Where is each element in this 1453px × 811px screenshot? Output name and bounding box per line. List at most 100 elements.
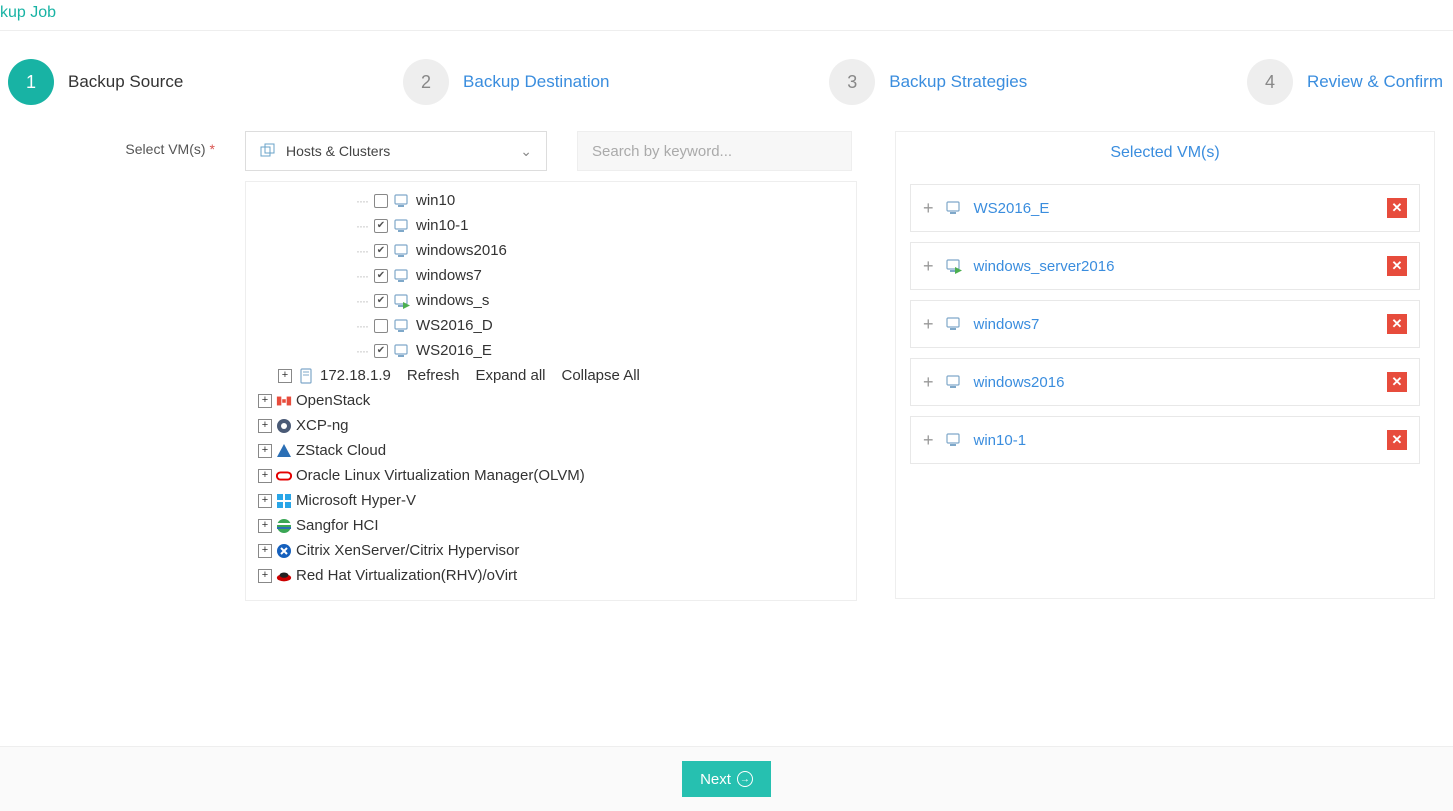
tree-platform-row: + Microsoft Hyper-V: [246, 488, 856, 513]
collapse-all-link[interactable]: Collapse All: [562, 367, 640, 384]
vm-tree: ····win10····win10-1····windows2016····w…: [245, 181, 857, 601]
expand-item-icon[interactable]: +: [923, 373, 934, 391]
vm-icon: [394, 268, 410, 284]
selected-vm-name[interactable]: WS2016_E: [974, 200, 1375, 217]
wizard-steps: 1Backup Source 2Backup Destination 3Backup…: [0, 41, 1453, 131]
selected-vm-name[interactable]: windows7: [974, 316, 1375, 333]
selected-vm-name[interactable]: windows_server2016: [974, 258, 1375, 275]
vm-name[interactable]: win10: [416, 192, 455, 209]
tree-vm-row: ····windows_s: [246, 288, 856, 313]
vm-checkbox[interactable]: [374, 219, 388, 233]
citrix-icon: [276, 543, 292, 559]
expand-item-icon[interactable]: +: [923, 199, 934, 217]
tree-platform-row: + Sangfor HCI: [246, 513, 856, 538]
platform-name[interactable]: Oracle Linux Virtualization Manager(OLVM…: [296, 467, 585, 484]
selected-vm-item: + windows2016 ✕: [910, 358, 1420, 406]
tree-vm-row: ····WS2016_E: [246, 338, 856, 363]
expand-item-icon[interactable]: +: [923, 315, 934, 333]
expand-toggle[interactable]: +: [258, 394, 272, 408]
tree-platform-row: + Red Hat Virtualization(RHV)/oVirt: [246, 563, 856, 588]
remove-button[interactable]: ✕: [1387, 198, 1407, 218]
vm-icon: [946, 316, 962, 332]
vm-checkbox[interactable]: [374, 319, 388, 333]
clusters-icon: [260, 143, 276, 159]
wizard-step-3[interactable]: 3Backup Strategies: [829, 59, 1027, 105]
vm-checkbox[interactable]: [374, 194, 388, 208]
platform-name[interactable]: Citrix XenServer/Citrix Hypervisor: [296, 542, 519, 559]
expand-toggle[interactable]: +: [258, 569, 272, 583]
hosts-clusters-dropdown[interactable]: Hosts & Clusters ⌄: [245, 131, 547, 171]
search-input[interactable]: [577, 131, 852, 171]
footer-bar: Next →: [0, 746, 1453, 811]
expand-toggle[interactable]: +: [258, 544, 272, 558]
tree-vm-row: ····win10-1: [246, 213, 856, 238]
refresh-link[interactable]: Refresh: [407, 367, 460, 384]
wizard-step-4[interactable]: 4 Review & Confirm: [1247, 59, 1443, 105]
selected-vm-name[interactable]: windows2016: [974, 374, 1375, 391]
host-ip[interactable]: 172.18.1.9: [320, 367, 391, 384]
remove-button[interactable]: ✕: [1387, 314, 1407, 334]
platform-name[interactable]: OpenStack: [296, 392, 370, 409]
step-label: Backup Strategies: [889, 72, 1027, 92]
vm-icon: [946, 432, 962, 448]
selected-vm-item: + win10-1 ✕: [910, 416, 1420, 464]
step-label: Review & Confirm: [1307, 72, 1443, 92]
vm-icon: [394, 343, 410, 359]
tree-vm-row: ····windows2016: [246, 238, 856, 263]
tree-platform-row: + ZStack Cloud: [246, 438, 856, 463]
openstack-icon: [276, 393, 292, 409]
vm-icon: [946, 200, 962, 216]
vm-checkbox[interactable]: [374, 294, 388, 308]
tree-platform-row: + Citrix XenServer/Citrix Hypervisor: [246, 538, 856, 563]
selected-vms-title: Selected VM(s): [896, 132, 1434, 174]
oracle-icon: [276, 468, 292, 484]
expand-toggle[interactable]: +: [258, 519, 272, 533]
vm-checkbox[interactable]: [374, 269, 388, 283]
vm-icon: [394, 293, 410, 309]
vm-icon: [946, 374, 962, 390]
remove-button[interactable]: ✕: [1387, 372, 1407, 392]
remove-button[interactable]: ✕: [1387, 256, 1407, 276]
remove-button[interactable]: ✕: [1387, 430, 1407, 450]
platform-name[interactable]: ZStack Cloud: [296, 442, 386, 459]
vm-name[interactable]: win10-1: [416, 217, 469, 234]
expand-toggle[interactable]: +: [258, 444, 272, 458]
vm-icon: [394, 243, 410, 259]
expand-toggle[interactable]: +: [258, 469, 272, 483]
wizard-step-1: 1Backup Source: [8, 59, 183, 105]
tree-platform-row: + OpenStack: [246, 388, 856, 413]
tree-vm-row: ····win10: [246, 188, 856, 213]
hyperv-icon: [276, 493, 292, 509]
expand-toggle[interactable]: +: [278, 369, 292, 383]
redhat-icon: [276, 568, 292, 584]
step-label: Backup Source: [68, 72, 183, 92]
selected-vm-item: + WS2016_E ✕: [910, 184, 1420, 232]
platform-name[interactable]: Red Hat Virtualization(RHV)/oVirt: [296, 567, 517, 584]
expand-all-link[interactable]: Expand all: [475, 367, 545, 384]
selected-vm-name[interactable]: win10-1: [974, 432, 1375, 449]
expand-toggle[interactable]: +: [258, 494, 272, 508]
step-number-badge: 4: [1247, 59, 1293, 105]
platform-name[interactable]: Microsoft Hyper-V: [296, 492, 416, 509]
tree-platform-row: + Oracle Linux Virtualization Manager(OLV…: [246, 463, 856, 488]
vm-checkbox[interactable]: [374, 344, 388, 358]
expand-item-icon[interactable]: +: [923, 431, 934, 449]
selected-vm-item: + windows_server2016 ✕: [910, 242, 1420, 290]
vm-name[interactable]: windows2016: [416, 242, 507, 259]
chevron-down-icon: ⌄: [520, 143, 532, 160]
vm-name[interactable]: WS2016_D: [416, 317, 493, 334]
platform-name[interactable]: XCP-ng: [296, 417, 349, 434]
next-button[interactable]: Next →: [682, 761, 771, 797]
vm-checkbox[interactable]: [374, 244, 388, 258]
wizard-step-2[interactable]: 2Backup Destination: [403, 59, 609, 105]
sangfor-icon: [276, 518, 292, 534]
vm-name[interactable]: windows_s: [416, 292, 489, 309]
vm-name[interactable]: windows7: [416, 267, 482, 284]
expand-item-icon[interactable]: +: [923, 257, 934, 275]
arrow-right-icon: →: [737, 771, 753, 787]
expand-toggle[interactable]: +: [258, 419, 272, 433]
tree-vm-row: ····windows7: [246, 263, 856, 288]
vm-name[interactable]: WS2016_E: [416, 342, 492, 359]
selected-vms-panel: Selected VM(s) + WS2016_E ✕ + windows_server…: [895, 131, 1435, 599]
platform-name[interactable]: Sangfor HCI: [296, 517, 379, 534]
